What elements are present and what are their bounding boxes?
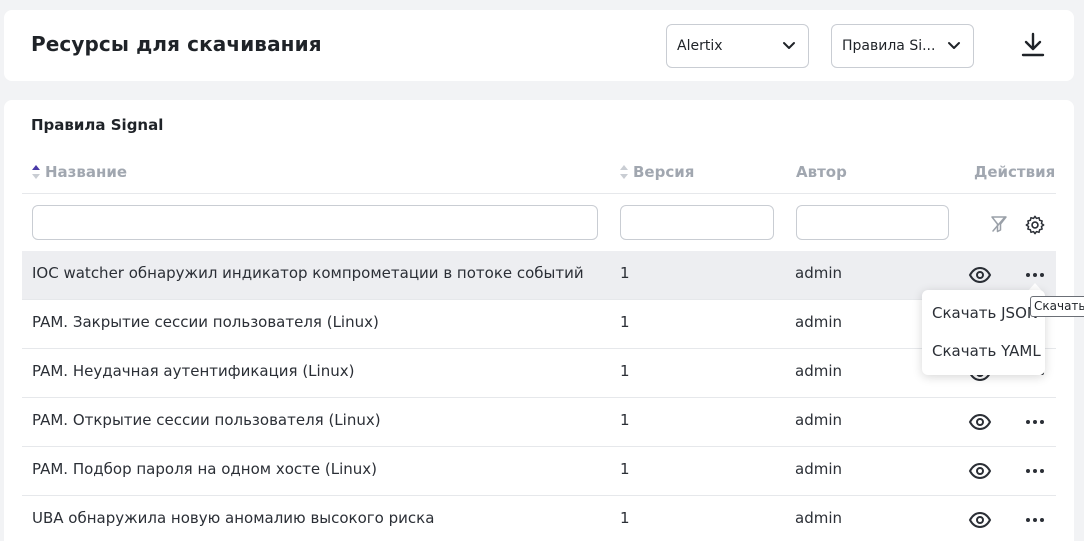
sort-icon — [620, 165, 628, 179]
tooltip: Скачать — [1030, 296, 1084, 317]
resource-type-select[interactable]: Правила Si... — [831, 24, 974, 68]
eye-icon[interactable] — [968, 264, 992, 286]
row-name: PAM. Закрытие сессии пользователя (Linux… — [32, 313, 379, 331]
column-header-version-label: Версия — [633, 163, 695, 181]
more-horizontal-icon[interactable] — [1023, 411, 1047, 433]
author-filter-input[interactable] — [796, 205, 949, 240]
table-row[interactable]: PAM. Открытие сессии пользователя (Linux… — [22, 398, 1056, 447]
column-header-name[interactable]: Название — [31, 163, 127, 181]
row-version: 1 — [620, 411, 630, 429]
row-author: admin — [795, 411, 842, 429]
row-version: 1 — [620, 313, 630, 331]
download-button[interactable] — [1018, 30, 1048, 60]
name-filter-input[interactable] — [32, 205, 598, 240]
header-divider — [22, 193, 1056, 194]
version-filter-input[interactable] — [620, 205, 774, 240]
sort-asc-icon — [32, 165, 40, 179]
chevron-down-icon — [948, 42, 960, 49]
row-author: admin — [795, 264, 842, 282]
section-title: Правила Signal — [31, 116, 164, 134]
row-name: PAM. Открытие сессии пользователя (Linux… — [32, 411, 381, 429]
row-name: UBA обнаружила новую аномалию высокого р… — [32, 509, 435, 527]
column-header-actions-label: Действия — [974, 163, 1056, 181]
more-horizontal-icon[interactable] — [1023, 460, 1047, 482]
column-header-author-label: Автор — [796, 163, 847, 181]
table-row[interactable]: PAM. Подбор пароля на одном хосте (Linux… — [22, 447, 1056, 496]
header-card: Ресурсы для скачивания Alertix Правила S… — [4, 10, 1074, 81]
row-version: 1 — [620, 509, 630, 527]
table-row[interactable]: PAM. Неудачная аутентификация (Linux) 1 … — [22, 349, 1056, 398]
table-row[interactable]: PAM. Закрытие сессии пользователя (Linux… — [22, 300, 1056, 349]
row-name: IOC watcher обнаружил индикатор компроме… — [32, 264, 584, 282]
gear-icon[interactable] — [1024, 214, 1046, 236]
column-header-version[interactable]: Версия — [619, 163, 694, 181]
page-title: Ресурсы для скачивания — [31, 32, 322, 56]
column-header-actions: Действия — [974, 163, 1055, 181]
table-row[interactable]: IOC watcher обнаружил индикатор компроме… — [22, 251, 1056, 300]
source-select-value: Alertix — [677, 38, 723, 54]
source-select[interactable]: Alertix — [666, 24, 809, 68]
column-header-author: Автор — [796, 163, 847, 181]
resource-type-select-value: Правила Si... — [842, 38, 936, 54]
more-horizontal-icon[interactable] — [1023, 509, 1047, 531]
row-author: admin — [795, 509, 842, 527]
eye-icon[interactable] — [968, 411, 992, 433]
eye-icon[interactable] — [968, 509, 992, 531]
clear-filter-icon[interactable] — [989, 214, 1009, 234]
eye-icon[interactable] — [968, 460, 992, 482]
row-author: admin — [795, 362, 842, 380]
row-version: 1 — [620, 264, 630, 282]
row-name: PAM. Подбор пароля на одном хосте (Linux… — [32, 460, 377, 478]
download-format-menu: Скачать JSON Скачать YAML — [922, 290, 1045, 375]
column-header-name-label: Название — [45, 163, 128, 181]
row-name: PAM. Неудачная аутентификация (Linux) — [32, 362, 355, 380]
download-json-menu-item[interactable]: Скачать JSON — [932, 304, 1038, 322]
rules-table-card: Правила Signal Название Версия Автор Дей… — [4, 100, 1074, 541]
chevron-down-icon — [783, 42, 795, 49]
row-version: 1 — [620, 362, 630, 380]
table-row[interactable]: UBA обнаружила новую аномалию высокого р… — [22, 496, 1056, 541]
row-author: admin — [795, 313, 842, 331]
row-author: admin — [795, 460, 842, 478]
download-icon — [1021, 32, 1045, 57]
row-version: 1 — [620, 460, 630, 478]
download-yaml-menu-item[interactable]: Скачать YAML — [932, 342, 1041, 360]
